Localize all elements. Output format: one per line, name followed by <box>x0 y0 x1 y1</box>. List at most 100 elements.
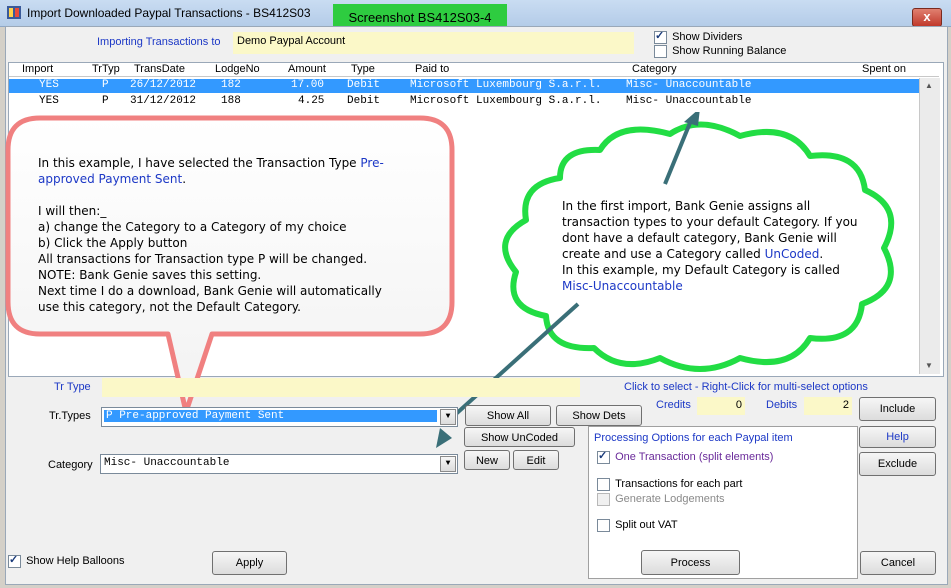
help-button[interactable]: Help <box>859 426 936 448</box>
callout-right-line3: dont have a default category, Bank Genie… <box>562 231 837 245</box>
exclude-button[interactable]: Exclude <box>859 452 936 476</box>
table-row[interactable]: YES P 26/12/2012 182 17.00 Debit Microso… <box>9 79 919 93</box>
split-vat-label: Split out VAT <box>615 519 678 532</box>
app-icon <box>7 6 21 19</box>
generate-lodgements-checkbox <box>597 493 610 506</box>
debits-label: Debits <box>766 399 798 411</box>
show-running-balance-checkbox[interactable] <box>654 45 667 58</box>
cell-amount: 17.00 <box>291 79 325 91</box>
debits-field: 2 <box>804 397 852 415</box>
each-part-label: Transactions for each part <box>615 478 743 491</box>
credits-field: 0 <box>697 397 745 415</box>
cell-category: Misc- Unaccountable <box>626 95 752 107</box>
cell-transdate: 26/12/2012 <box>130 79 197 91</box>
callout-left-line2: . <box>182 172 187 186</box>
col-header-spent-on[interactable]: Spent on <box>862 63 906 75</box>
trtype-field[interactable] <box>102 378 580 397</box>
category-selected-value: Misc- Unaccountable <box>104 457 230 469</box>
cell-type: Debit <box>347 79 381 91</box>
one-transaction-checkbox[interactable] <box>597 449 610 464</box>
process-button[interactable]: Process <box>641 550 740 575</box>
category-label: Category <box>48 459 93 471</box>
callout-right-line5: In this example, my Default Category is … <box>562 263 840 277</box>
col-header-transdate[interactable]: TransDate <box>134 63 185 75</box>
trtype-label: Tr Type <box>54 381 91 393</box>
processing-options-title: Processing Options for each Paypal item <box>594 432 793 444</box>
cell-import: YES <box>39 79 59 91</box>
callout-left-line8: Next time I do a download, Bank Genie wi… <box>38 284 382 298</box>
callout-right-highlight-2: Misc-Unaccountable <box>562 279 683 293</box>
callout-left-line1: In this example, I have selected the Tra… <box>38 156 361 170</box>
callout-right-line4-end: . <box>819 247 824 261</box>
trtypes-label: Tr.Types <box>49 410 91 422</box>
callout-left-highlight-2: approved Payment Sent <box>38 172 183 186</box>
cell-trtyp: P <box>102 79 109 91</box>
chevron-down-icon[interactable]: ▼ <box>440 456 456 472</box>
callout-right-line2: transaction types to your default Catego… <box>562 215 858 229</box>
window-title: Import Downloaded Paypal Transactions - … <box>27 6 311 20</box>
generate-lodgements-label: Generate Lodgements <box>615 493 725 506</box>
col-header-type[interactable]: Type <box>351 63 375 75</box>
col-header-amount[interactable]: Amount <box>288 63 326 75</box>
callout-right-text: In the first import, Bank Genie assigns … <box>562 198 882 294</box>
show-dividers-checkbox[interactable] <box>654 29 667 44</box>
category-dropdown[interactable]: Misc- Unaccountable ▼ <box>100 454 458 474</box>
importing-label: Importing Transactions to <box>97 36 221 48</box>
cell-paid-to: Microsoft Luxembourg S.a.r.l. <box>410 79 602 91</box>
col-header-lodgeno[interactable]: LodgeNo <box>215 63 260 75</box>
callout-left-line9: use this category, not the Default Categ… <box>38 300 301 314</box>
show-running-balance-label: Show Running Balance <box>672 45 787 58</box>
one-transaction-option[interactable]: One Transaction (split elements) <box>597 449 774 464</box>
callout-left-line4: a) change the Category to a Category of … <box>38 220 347 234</box>
credits-label: Credits <box>656 399 691 411</box>
split-vat-checkbox[interactable] <box>597 519 610 532</box>
importing-account-value: Demo Paypal Account <box>237 35 346 47</box>
col-header-trtyp[interactable]: TrTyp <box>92 63 120 75</box>
edit-category-button[interactable]: Edit <box>513 450 559 470</box>
show-help-balloons-checkbox[interactable] <box>8 553 21 568</box>
col-header-category[interactable]: Category <box>632 63 677 75</box>
show-dividers-option[interactable]: Show Dividers <box>654 29 742 44</box>
split-vat-option[interactable]: Split out VAT <box>597 519 678 532</box>
table-row[interactable]: YES P 31/12/2012 188 4.25 Debit Microsof… <box>9 95 919 109</box>
cell-lodgeno: 188 <box>221 95 241 107</box>
cell-transdate: 31/12/2012 <box>130 95 197 107</box>
show-running-balance-option[interactable]: Show Running Balance <box>654 45 786 58</box>
callout-left-line6: All transactions for Transaction type P … <box>38 252 368 266</box>
trtypes-dropdown[interactable]: P Pre-approved Payment Sent ▼ <box>101 407 458 427</box>
cell-paid-to: Microsoft Luxembourg S.a.r.l. <box>410 95 602 107</box>
show-help-balloons-label: Show Help Balloons <box>26 555 125 568</box>
show-help-balloons-option[interactable]: Show Help Balloons <box>8 553 125 568</box>
callout-right-line1: In the first import, Bank Genie assigns … <box>562 199 811 213</box>
callout-right-highlight-1: UnCoded <box>764 247 820 261</box>
col-header-import[interactable]: Import <box>22 63 53 75</box>
credits-value: 0 <box>735 399 742 411</box>
debits-value: 2 <box>842 399 849 411</box>
callout-left-line5: b) Click the Apply button <box>38 236 188 250</box>
apply-button[interactable]: Apply <box>212 551 287 575</box>
scroll-up-icon[interactable]: ▲ <box>925 81 933 90</box>
close-button[interactable]: x <box>912 8 942 27</box>
callout-left-line3: I will then:_ <box>38 204 107 218</box>
cancel-button[interactable]: Cancel <box>860 551 936 575</box>
cell-import: YES <box>39 95 59 107</box>
cell-lodgeno: 182 <box>221 79 241 91</box>
callout-left-highlight-1: Pre- <box>360 156 384 170</box>
chevron-down-icon[interactable]: ▼ <box>440 409 456 425</box>
cell-trtyp: P <box>102 95 109 107</box>
each-part-checkbox[interactable] <box>597 478 610 491</box>
callout-left-line7: NOTE: Bank Genie saves this setting. <box>38 268 262 282</box>
include-button[interactable]: Include <box>859 397 936 421</box>
callout-left-text: In this example, I have selected the Tra… <box>38 155 438 315</box>
col-header-paid-to[interactable]: Paid to <box>415 63 449 75</box>
importing-account-field[interactable]: Demo Paypal Account <box>233 32 634 54</box>
new-category-button[interactable]: New <box>464 450 510 470</box>
each-part-option[interactable]: Transactions for each part <box>597 478 742 491</box>
select-hint: Click to select - Right-Click for multi-… <box>624 381 868 393</box>
show-all-button[interactable]: Show All <box>465 405 551 426</box>
show-dets-button[interactable]: Show Dets <box>556 405 642 426</box>
one-transaction-label: One Transaction (split elements) <box>615 451 774 464</box>
trtypes-selected-value: P Pre-approved Payment Sent <box>104 410 437 422</box>
generate-lodgements-option: Generate Lodgements <box>597 493 725 506</box>
show-uncoded-button[interactable]: Show UnCoded <box>464 427 575 447</box>
